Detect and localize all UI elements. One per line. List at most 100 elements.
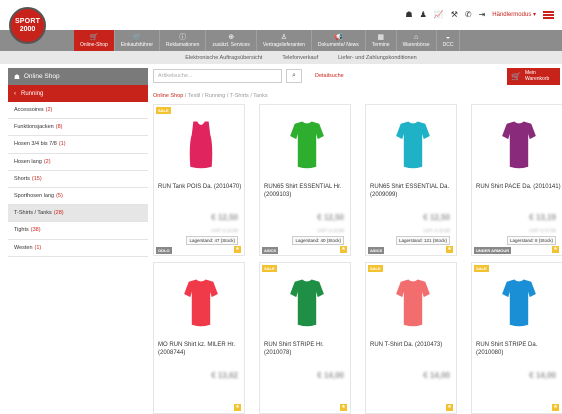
search-button[interactable]: ⌕ [286, 69, 302, 83]
subnav-telefonverkauf[interactable]: Telefonverkauf [282, 55, 318, 61]
favorite-icon[interactable]: ★ [446, 404, 453, 411]
nav-services[interactable]: ⊕ zusätzl. Services [206, 30, 257, 51]
sale-badge: SALE [368, 265, 383, 272]
sidebar-item[interactable]: Hosen 3/4 bis 7/8 (1) [8, 136, 148, 154]
favorite-icon[interactable]: ★ [340, 246, 347, 253]
product-card[interactable]: MO RUN Shirt kz. MILER Hr. (2008744) € 13… [153, 262, 245, 414]
sidebar-item-selected[interactable]: T-Shirts / Tanks (28) [8, 205, 148, 223]
menu-icon[interactable] [543, 10, 554, 19]
sidebar-item[interactable]: Hosen lang (2) [8, 154, 148, 171]
product-price: € 13,19 [529, 213, 556, 222]
favorite-icon[interactable]: ★ [552, 246, 559, 253]
product-image[interactable] [390, 271, 436, 337]
sidebar-item[interactable]: Westen (1) [8, 240, 148, 257]
sidebar-header[interactable]: ☗ Online Shop [8, 68, 148, 85]
sidebar-item[interactable]: Funktionsjacken (8) [8, 119, 148, 137]
product-card[interactable]: RUN65 Shirt ESSENTIAL Da. (2009099) € 12,… [365, 104, 457, 256]
nav-dokumente-news[interactable]: 📢 Dokumente/ News [312, 30, 366, 51]
dcc-icon: ◒ [445, 33, 451, 41]
product-name[interactable]: RUN Shirt PACE Da. (2010141) [476, 183, 562, 191]
phone-icon[interactable]: ✆ [465, 10, 472, 19]
sidebar-item-count: (5) [56, 193, 63, 200]
product-name[interactable]: RUN65 Shirt ESSENTIAL Hr. (2009103) [264, 183, 350, 199]
nav-online-shop[interactable]: 🛒 Online-Shop [74, 30, 115, 51]
product-card[interactable]: SALE RUN T-Shirt Da. (2010473) € 14,00 ★ [365, 262, 457, 414]
sidebar-item-count: (2) [45, 107, 53, 114]
favorite-icon[interactable]: ★ [340, 404, 347, 411]
subnav-auftragsuebersicht[interactable]: Elektronische Auftragsübersicht [185, 55, 262, 61]
subnav-konditionen[interactable]: Liefer- und Zahlungskonditionen [338, 55, 417, 61]
product-price: € 14,00 [423, 371, 450, 380]
cart-label-line2: Warenkorb [524, 75, 550, 82]
sidebar-item-count: (15) [31, 175, 42, 182]
nav-termine[interactable]: ▦ Termine [366, 30, 397, 51]
product-image[interactable] [178, 271, 224, 337]
sidebar-item-label: Hosen 3/4 bis 7/8 [14, 141, 57, 148]
product-price: € 14,00 [317, 371, 344, 380]
product-name[interactable]: RUN T-Shirt Da. (2010473) [370, 341, 456, 349]
product-image[interactable] [284, 271, 330, 337]
product-name[interactable]: RUN Tank POIS Da. (2010470) [158, 183, 244, 191]
product-name[interactable]: RUN Shirt STRIPE Da. (2010080) [476, 341, 562, 357]
nav-einkaufsfuehrer[interactable]: 🛒 Einkaufsführer [115, 30, 161, 51]
product-name[interactable]: RUN65 Shirt ESSENTIAL Da. (2009099) [370, 183, 456, 199]
product-image[interactable] [178, 113, 224, 179]
top-icons: ☗ ♟ 📈 ⚒ ✆ ⇥ Händlermodus ▾ [405, 10, 554, 19]
sidebar-item[interactable]: Shorts (15) [8, 171, 148, 188]
product-price: € 12,50 [317, 213, 344, 222]
sale-badge: SALE [262, 265, 277, 272]
sub-nav: Elektronische Auftragsübersicht Telefonv… [0, 51, 562, 64]
product-image[interactable] [496, 271, 542, 337]
breadcrumb-online-shop[interactable]: Online Shop [153, 93, 183, 99]
logout-icon[interactable]: ⇥ [479, 10, 486, 19]
home-icon: ☗ [14, 73, 20, 81]
detail-search-link[interactable]: Detailsuche [315, 73, 344, 79]
product-image[interactable] [496, 113, 542, 179]
shirt-shape [396, 121, 430, 169]
nav-label: Vertragslieferanten [262, 41, 305, 48]
product-uvp: UVP: € 24,95 [423, 228, 450, 233]
nav-warenboerse[interactable]: ⌂ Warenbörse [397, 30, 437, 51]
product-card[interactable]: SALE RUN Tank POIS Da. (2010470) € 12,50 UV… [153, 104, 245, 256]
product-card[interactable]: SALE RUN Shirt STRIPE Hr. (2010078) € 14,0… [259, 262, 351, 414]
sidebar-item[interactable]: Accessoires (2) [8, 102, 148, 120]
nav-label: Online-Shop [80, 41, 108, 48]
product-name[interactable]: RUN Shirt STRIPE Hr. (2010078) [264, 341, 350, 357]
nav-reklamationen[interactable]: ⓘ Reklamationen [160, 30, 207, 51]
sidebar-item-count: (28) [53, 210, 64, 217]
favorite-icon[interactable]: ★ [234, 404, 241, 411]
sidebar-item-count: (8) [55, 124, 63, 131]
chart-icon[interactable]: 📈 [434, 10, 444, 19]
sidebar-item[interactable]: Sporthosen lang (5) [8, 188, 148, 206]
nav-vertragslieferanten[interactable]: ♙ Vertragslieferanten [257, 30, 312, 51]
sidebar-item[interactable]: Tights (38) [8, 222, 148, 240]
sidebar-item-label: Accessoires [14, 107, 44, 114]
sport2000-logo[interactable]: SPORT 2000 [9, 7, 46, 44]
product-image[interactable] [390, 113, 436, 179]
cart-button[interactable]: 🛒 Mein Warenkorb [507, 68, 560, 85]
nav-dcc[interactable]: ◒ DCC [437, 30, 461, 51]
product-uvp: UVP: € 24,95 [317, 228, 344, 233]
cart-label: Mein Warenkorb [524, 70, 550, 82]
product-card[interactable]: RUN Shirt PACE Da. (2010141) € 13,19 UVP: … [471, 104, 562, 256]
product-image[interactable] [284, 113, 330, 179]
search-input[interactable]: Artikelsuche... [153, 69, 282, 83]
sidebar-category-running[interactable]: ‹ Running [8, 85, 148, 102]
dealer-mode-dropdown[interactable]: Händlermodus ▾ [492, 11, 536, 18]
product-name[interactable]: MO RUN Shirt kz. MILER Hr. (2008744) [158, 341, 244, 357]
user-icon[interactable]: ♟ [420, 10, 427, 19]
tools-icon[interactable]: ⚒ [451, 10, 458, 19]
cart-icon: 🛒 [132, 33, 142, 41]
sidebar-item-label: Funktionsjacken [14, 124, 54, 131]
favorite-icon[interactable]: ★ [446, 246, 453, 253]
product-card[interactable]: SALE RUN Shirt STRIPE Da. (2010080) € 14,0… [471, 262, 562, 414]
favorite-icon[interactable]: ★ [234, 246, 241, 253]
product-card[interactable]: RUN65 Shirt ESSENTIAL Hr. (2009103) € 12,… [259, 104, 351, 256]
nav-label: DCC [442, 41, 454, 48]
shirt-shape [502, 121, 536, 169]
sale-badge: SALE [474, 265, 489, 272]
favorite-icon[interactable]: ★ [552, 404, 559, 411]
home-icon[interactable]: ☗ [405, 10, 412, 19]
sidebar-item-label: T-Shirts / Tanks [14, 210, 52, 217]
shirt-shape [290, 279, 324, 327]
